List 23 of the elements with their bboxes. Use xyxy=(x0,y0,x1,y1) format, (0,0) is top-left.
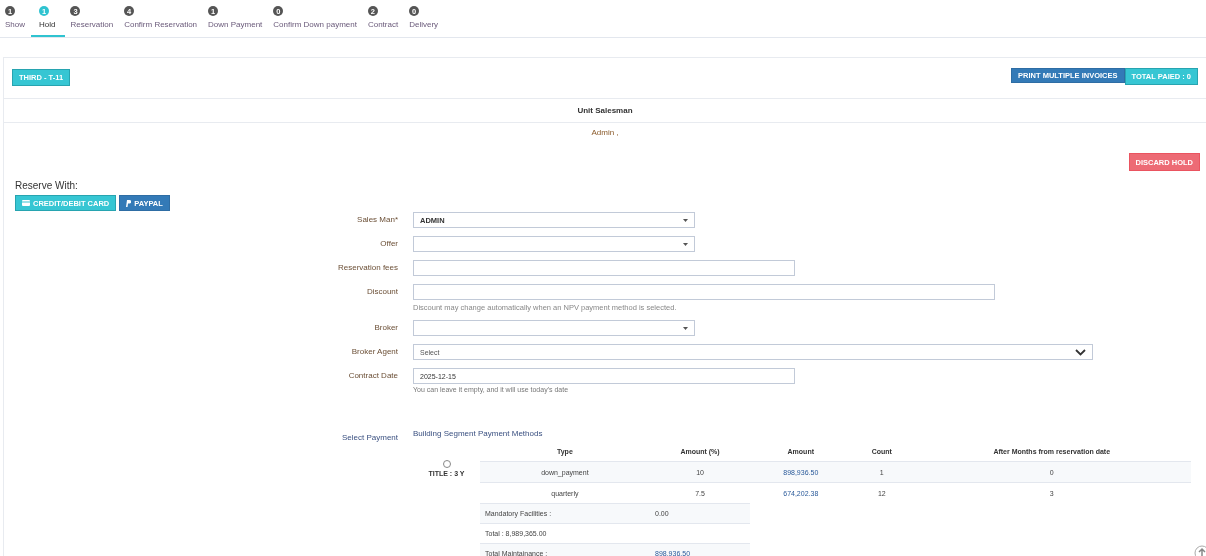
field-label: Select Payment xyxy=(340,432,399,444)
caret-icon xyxy=(683,218,688,222)
credit-card-icon xyxy=(22,200,30,206)
section-header: Unit Salesman xyxy=(577,106,633,115)
section-title: Building Segment Payment Methods xyxy=(413,429,543,438)
paypal-icon xyxy=(126,199,132,207)
field-label: Sales Man* xyxy=(356,214,399,226)
input-field[interactable] xyxy=(413,260,795,276)
field-label: Offer xyxy=(379,238,399,250)
radio-button[interactable] xyxy=(442,460,451,468)
select-field[interactable] xyxy=(413,236,695,252)
input-field[interactable] xyxy=(413,284,995,300)
field-label: Broker xyxy=(373,322,399,334)
field-label: Broker Agent xyxy=(350,346,399,358)
select-field[interactable] xyxy=(413,320,695,336)
field-label: Contract Date xyxy=(347,370,399,382)
reserve-label: Reserve With: xyxy=(15,180,78,191)
caret-icon xyxy=(683,326,688,330)
chevron-down-icon xyxy=(1075,348,1086,356)
field-label: Reservation fees xyxy=(336,262,399,274)
field-label: Discount xyxy=(365,286,399,298)
caret-icon xyxy=(683,242,688,246)
salesman-name: Admin , xyxy=(591,128,619,137)
